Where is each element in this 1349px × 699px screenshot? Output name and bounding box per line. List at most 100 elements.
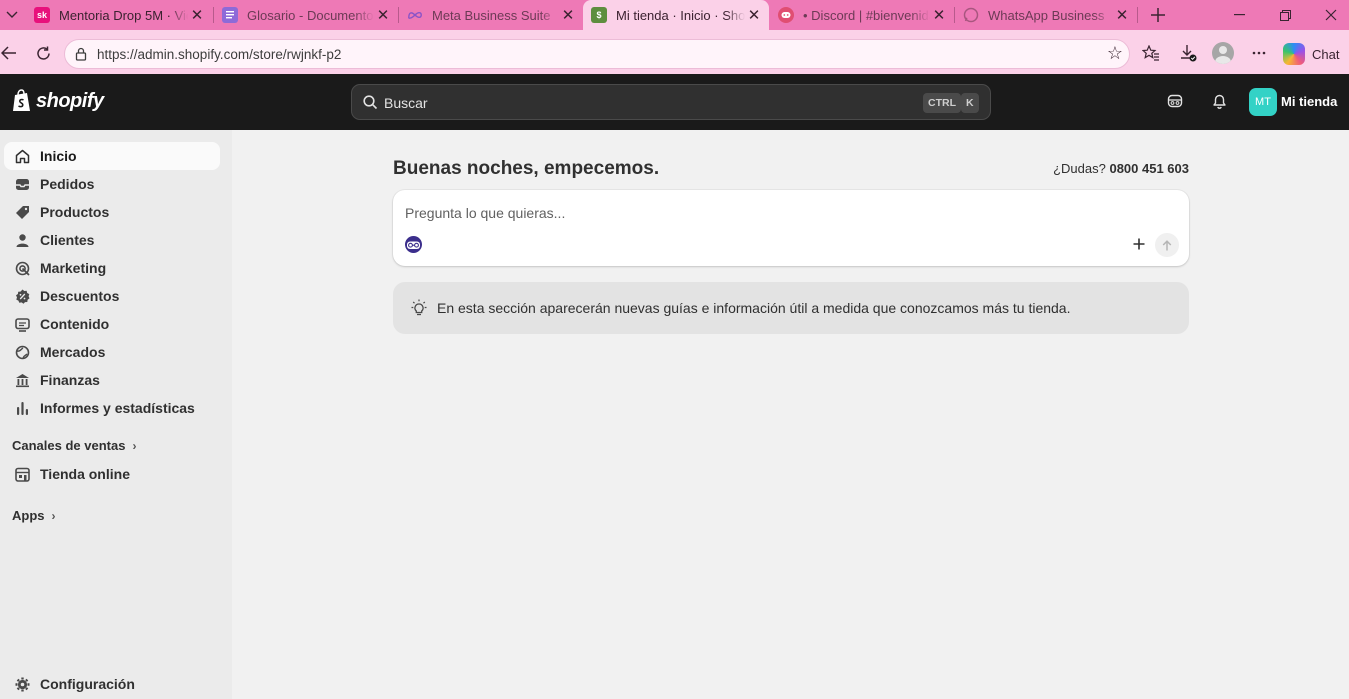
sidekick-prompt-card[interactable]: Pregunta lo que quieras... bbox=[393, 190, 1189, 266]
sidebar-item-descuentos[interactable]: Descuentos bbox=[4, 282, 220, 310]
favorite-star-icon[interactable]: ☆ bbox=[1107, 43, 1123, 64]
browser-tab[interactable]: • Discord | #bienvenida ✕ bbox=[770, 0, 954, 30]
tab-actions-menu-icon[interactable] bbox=[0, 0, 24, 30]
notifications-bell-icon[interactable] bbox=[1209, 91, 1229, 111]
store-name[interactable]: Mi tienda bbox=[1281, 94, 1337, 109]
browser-tab[interactable]: WhatsApp Business ✕ bbox=[955, 0, 1137, 30]
attach-plus-icon[interactable] bbox=[1129, 234, 1149, 254]
sidebar-item-productos[interactable]: Productos bbox=[4, 198, 220, 226]
page-title: Buenas noches, empecemos. bbox=[393, 158, 660, 179]
close-tab-icon[interactable]: ✕ bbox=[374, 6, 392, 24]
tab-title: Mentoria Drop 5M · Victor bbox=[59, 7, 188, 23]
sidebar-item-finanzas[interactable]: Finanzas bbox=[4, 366, 220, 394]
address-bar[interactable]: https://admin.shopify.com/store/rwjnkf-p… bbox=[64, 39, 1130, 69]
reload-icon[interactable] bbox=[30, 40, 56, 66]
bank-icon bbox=[14, 372, 30, 388]
store-avatar[interactable]: MT bbox=[1249, 88, 1277, 116]
close-window-icon[interactable] bbox=[1308, 0, 1349, 30]
person-icon bbox=[14, 232, 30, 248]
help-contact[interactable]: ¿Dudas? 0800 451 603 bbox=[1053, 161, 1189, 176]
browser-tab-strip: sk Mentoria Drop 5M · Victor ✕ Glosario … bbox=[0, 0, 1349, 30]
tab-title: Meta Business Suite bbox=[432, 7, 551, 23]
sidebar-item-label: Marketing bbox=[40, 260, 107, 276]
copilot-icon bbox=[1283, 43, 1305, 65]
sales-channels-label: Canales de ventas bbox=[12, 438, 126, 453]
browser-tab[interactable]: Glosario - Documentos de Google ✕ bbox=[214, 0, 398, 30]
apps-heading[interactable]: Apps › bbox=[12, 508, 56, 523]
sidebar-item-inicio[interactable]: Inicio bbox=[4, 142, 220, 170]
chevron-right-icon: › bbox=[132, 438, 137, 453]
tab-title: WhatsApp Business bbox=[988, 7, 1105, 23]
discount-icon bbox=[14, 288, 30, 304]
content-icon bbox=[14, 316, 30, 332]
search-icon bbox=[363, 95, 378, 110]
shopify-wordmark: shopify bbox=[36, 89, 104, 112]
sidebar-item-clientes[interactable]: Clientes bbox=[4, 226, 220, 254]
sales-channels-heading[interactable]: Canales de ventas › bbox=[12, 438, 136, 453]
tip-banner: En esta sección aparecerán nuevas guías … bbox=[393, 282, 1189, 334]
downloads-icon[interactable] bbox=[1175, 40, 1201, 66]
sidekick-icon[interactable] bbox=[1165, 91, 1185, 111]
admin-search-input[interactable]: Buscar CTRL K bbox=[351, 84, 991, 120]
help-prefix: ¿Dudas? bbox=[1053, 161, 1106, 176]
close-tab-icon[interactable]: ✕ bbox=[930, 6, 948, 24]
sidebar-item-label: Inicio bbox=[40, 148, 77, 164]
inbox-icon bbox=[14, 176, 30, 192]
sidebar-item-label: Configuración bbox=[40, 676, 135, 692]
close-tab-icon[interactable]: ✕ bbox=[745, 6, 763, 24]
shortcut-k-key: K bbox=[961, 93, 979, 113]
sidebar-item-contenido[interactable]: Contenido bbox=[4, 310, 220, 338]
home-icon bbox=[14, 148, 30, 164]
browser-tab[interactable]: sk Mentoria Drop 5M · Victor ✕ bbox=[26, 0, 212, 30]
lightbulb-icon bbox=[411, 299, 427, 316]
shopify-icon: $ bbox=[591, 7, 607, 23]
shortcut-ctrl-key: CTRL bbox=[923, 93, 961, 113]
chat-label: Chat bbox=[1312, 46, 1340, 62]
browser-toolbar: https://admin.shopify.com/store/rwjnkf-p… bbox=[0, 30, 1349, 74]
url-text[interactable]: https://admin.shopify.com/store/rwjnkf-p… bbox=[97, 47, 341, 62]
sidekick-avatar-icon bbox=[405, 236, 422, 253]
lock-icon[interactable] bbox=[75, 47, 87, 66]
close-tab-icon[interactable]: ✕ bbox=[1113, 6, 1131, 24]
help-phone[interactable]: 0800 451 603 bbox=[1109, 161, 1189, 176]
sidebar-item-label: Productos bbox=[40, 204, 110, 220]
restore-window-icon[interactable] bbox=[1262, 0, 1308, 30]
meta-icon bbox=[407, 7, 423, 23]
globe-icon bbox=[14, 344, 30, 360]
sidebar-item-label: Clientes bbox=[40, 232, 95, 248]
tab-title: Mi tienda · Inicio · Shopify bbox=[616, 7, 745, 23]
shopify-topbar: shopify Buscar CTRL K bbox=[0, 74, 1349, 130]
tab-divider bbox=[1137, 7, 1138, 23]
bar-chart-icon bbox=[14, 400, 30, 416]
new-tab-plus-icon[interactable] bbox=[1146, 4, 1170, 26]
browser-tab[interactable]: Meta Business Suite ✕ bbox=[399, 0, 583, 30]
sidebar-item-mercados[interactable]: Mercados bbox=[4, 338, 220, 366]
browser-profile-avatar[interactable] bbox=[1212, 42, 1234, 64]
minimize-window-icon[interactable] bbox=[1216, 0, 1262, 30]
close-tab-icon[interactable]: ✕ bbox=[188, 6, 206, 24]
send-arrow-button[interactable] bbox=[1155, 233, 1179, 257]
back-arrow-icon[interactable] bbox=[0, 40, 22, 66]
copilot-chat-button[interactable]: Chat bbox=[1283, 40, 1339, 68]
sidebar-item-pedidos[interactable]: Pedidos bbox=[4, 170, 220, 198]
tip-text: En esta sección aparecerán nuevas guías … bbox=[437, 300, 1071, 316]
shopify-logo[interactable]: shopify bbox=[12, 89, 104, 113]
sidebar-item-tienda-online[interactable]: Tienda online bbox=[4, 460, 220, 488]
sidebar-item-label: Tienda online bbox=[40, 466, 130, 482]
tab-title: • Discord | #bienvenida bbox=[803, 7, 930, 23]
favorites-icon[interactable] bbox=[1138, 40, 1164, 66]
search-placeholder: Buscar bbox=[384, 95, 428, 111]
gear-icon bbox=[14, 676, 30, 692]
shopify-bag-icon bbox=[13, 89, 30, 111]
sidebar-item-label: Descuentos bbox=[40, 288, 120, 304]
target-icon bbox=[14, 260, 30, 276]
more-options-icon[interactable] bbox=[1246, 40, 1272, 66]
sidebar-item-informes[interactable]: Informes y estadísticas bbox=[4, 394, 220, 422]
sidebar-item-marketing[interactable]: Marketing bbox=[4, 254, 220, 282]
sidebar-item-configuracion[interactable]: Configuración bbox=[4, 670, 220, 698]
sidekick-prompt-input[interactable]: Pregunta lo que quieras... bbox=[405, 205, 565, 221]
apps-label: Apps bbox=[12, 508, 45, 523]
close-tab-icon[interactable]: ✕ bbox=[559, 6, 577, 24]
browser-tab-active[interactable]: $ Mi tienda · Inicio · Shopify ✕ bbox=[583, 0, 769, 30]
sidebar-item-label: Pedidos bbox=[40, 176, 95, 192]
